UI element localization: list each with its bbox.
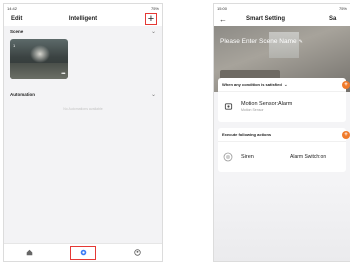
add-action-button[interactable]: +	[342, 131, 350, 139]
condition-title: Motion Sensor:Alarm	[241, 101, 293, 107]
back-arrow-icon[interactable]: ←	[219, 15, 227, 24]
action-card: Execute following actions + Siren Alarm …	[218, 128, 350, 172]
scene-image	[30, 45, 50, 63]
condition-heading: When any condition is satisfied	[222, 82, 282, 87]
action-item[interactable]: Siren Alarm Switch:on	[218, 142, 346, 171]
scene-name-placeholder: Please Enter Scene Name	[220, 38, 297, 45]
status-time: 15:00	[217, 5, 228, 11]
smart-icon	[80, 249, 86, 256]
nav-smart[interactable]	[70, 245, 96, 260]
top-bar: ← Smart Setting Sa	[214, 12, 350, 26]
pencil-icon: ✎	[298, 39, 303, 45]
siren-icon	[222, 151, 234, 163]
nav-home[interactable]	[20, 246, 38, 260]
automation-empty-text: No Automations available	[63, 107, 103, 111]
condition-card: When any condition is satisfied ⌄ + Moti…	[218, 78, 350, 122]
page-title: Intelligent	[68, 16, 98, 22]
condition-item[interactable]: Motion Sensor:Alarm Motion Sensor	[218, 92, 346, 121]
scene-section-header[interactable]: Scene ⌄	[4, 26, 162, 37]
status-battery: 75%	[150, 5, 159, 11]
status-bar: 14:42 75%	[4, 4, 162, 12]
page-title: Smart Setting	[246, 16, 286, 22]
chevron-down-icon: ⌄	[150, 29, 156, 35]
scene-name-input[interactable]: Please Enter Scene Name ✎	[220, 38, 303, 45]
scene-card[interactable]: 1 •••	[10, 39, 68, 79]
intelligent-screen: 14:42 75% Edit Intelligent + Scene ⌄ 1 •…	[3, 3, 163, 262]
top-bar: Edit Intelligent +	[4, 12, 162, 26]
condition-subtitle: Motion Sensor	[241, 108, 264, 112]
automation-label: Automation	[10, 92, 35, 97]
add-button[interactable]: +	[145, 13, 157, 25]
edit-button[interactable]: Edit	[11, 16, 22, 22]
add-condition-button[interactable]: +	[342, 81, 350, 89]
action-value: Alarm Switch:on	[290, 153, 327, 160]
bottom-nav	[4, 243, 162, 261]
chevron-down-icon: ⌄	[150, 92, 156, 98]
scene-label: Scene	[10, 29, 24, 34]
chevron-down-icon: ⌄	[283, 81, 288, 88]
nav-profile[interactable]	[128, 246, 146, 260]
save-button[interactable]: Sa	[329, 16, 336, 22]
home-icon	[26, 249, 32, 256]
scene-list: 1 •••	[4, 37, 162, 89]
status-battery: 75%	[338, 5, 347, 11]
motion-sensor-icon	[222, 101, 234, 113]
action-heading: Execute following actions	[222, 132, 272, 137]
action-header: Execute following actions +	[218, 128, 350, 142]
more-icon[interactable]: •••	[61, 71, 65, 77]
automation-section-header[interactable]: Automation ⌄	[4, 89, 162, 100]
action-title: Siren	[241, 153, 254, 160]
status-bar: 15:00 75%	[214, 4, 350, 12]
condition-header[interactable]: When any condition is satisfied ⌄ +	[218, 78, 350, 92]
smart-setting-screen: 15:00 75% ← Smart Setting Sa Please Ente…	[213, 3, 350, 262]
status-time: 14:42	[7, 5, 18, 11]
scene-card-number: 1	[13, 43, 16, 48]
plus-icon: +	[147, 12, 155, 25]
profile-icon	[133, 249, 141, 256]
